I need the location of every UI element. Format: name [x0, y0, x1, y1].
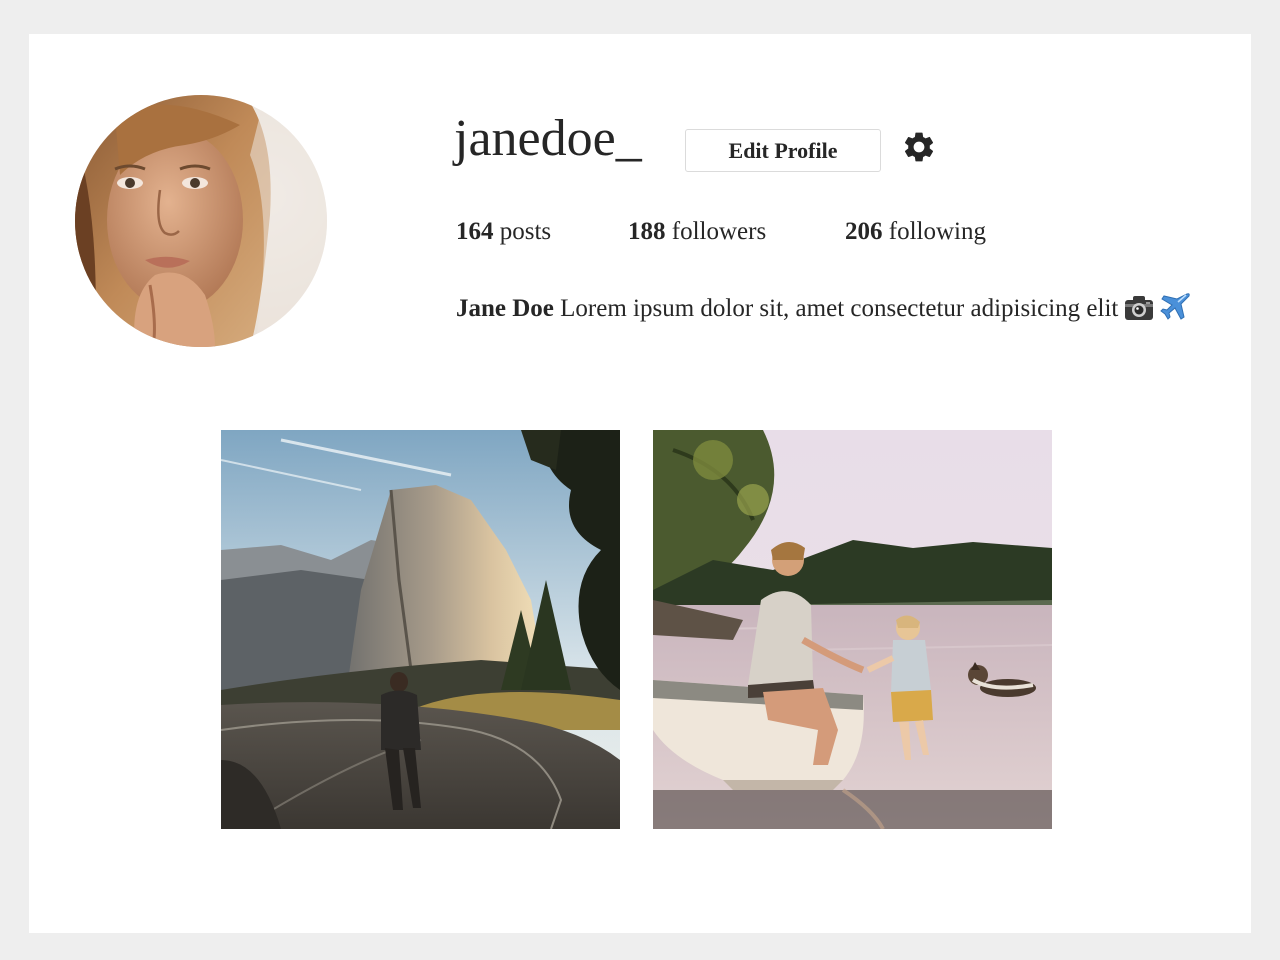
- lake-boat-photo[interactable]: [653, 430, 1052, 829]
- posts-label: posts: [499, 218, 552, 245]
- following-count: 206: [845, 218, 883, 245]
- bio-text: Lorem ipsum dolor sit, amet consectetur …: [560, 295, 1119, 322]
- airplane-icon: [1160, 291, 1193, 332]
- profile-bio: Jane Doe Lorem ipsum dolor sit, amet con…: [456, 291, 1193, 332]
- edit-profile-button[interactable]: Edit Profile: [685, 129, 881, 172]
- camera-icon: [1124, 295, 1154, 332]
- stat-followers[interactable]: 188 followers: [628, 214, 766, 250]
- avatar[interactable]: [75, 95, 327, 347]
- stat-posts[interactable]: 164 posts: [456, 214, 551, 250]
- username: janedoe_: [454, 110, 642, 167]
- followers-label: followers: [671, 218, 767, 245]
- profile-card: janedoe_ Edit Profile 164 posts 188 foll…: [29, 34, 1251, 933]
- stat-following[interactable]: 206 following: [845, 214, 986, 250]
- followers-count: 188: [628, 218, 666, 245]
- bio-name: Jane Doe: [456, 295, 554, 322]
- posts-count: 164: [456, 218, 494, 245]
- mountain-road-photo[interactable]: [221, 430, 620, 829]
- following-label: following: [888, 218, 986, 245]
- gear-icon[interactable]: [901, 129, 937, 165]
